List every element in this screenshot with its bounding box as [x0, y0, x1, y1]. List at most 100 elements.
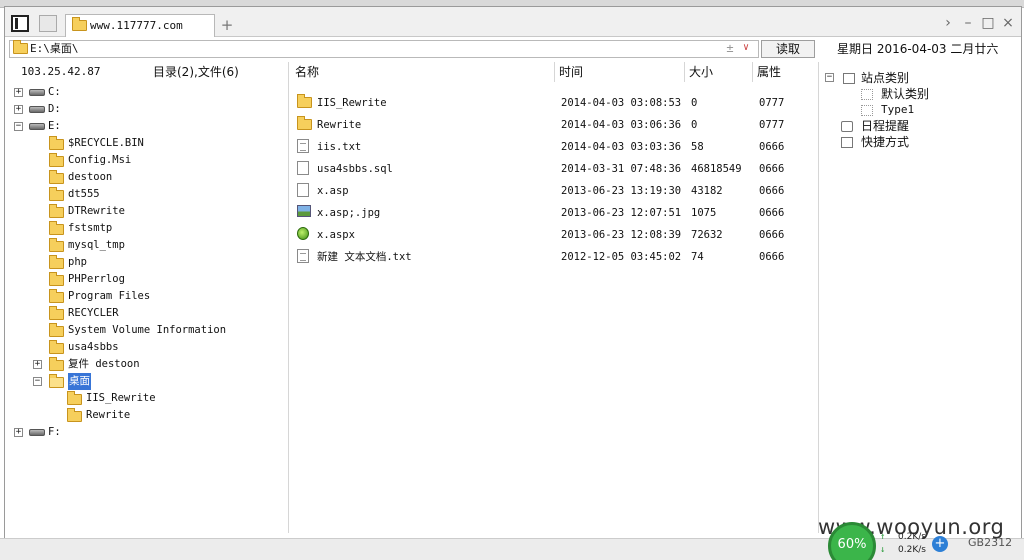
column-header-time[interactable]: 时间: [555, 62, 685, 82]
column-header-size[interactable]: 大小: [685, 62, 753, 82]
script-file-icon: [297, 183, 309, 197]
tree-item[interactable]: destoon: [5, 169, 289, 186]
tree-item-label: Program Files: [68, 290, 151, 302]
tree-item-label: $RECYCLE.BIN: [68, 137, 144, 149]
table-row[interactable]: IIS_Rewrite 2014-04-03 03:08:53 0 0777: [291, 92, 818, 114]
cell-size: 46818549: [691, 163, 742, 175]
tree-item[interactable]: mysql_tmp: [5, 237, 289, 254]
tree-item[interactable]: + F:: [5, 424, 289, 441]
cell-name: x.aspx: [317, 229, 355, 241]
cell-size: 43182: [691, 185, 723, 197]
table-row[interactable]: x.asp 2013-06-23 13:19:30 43182 0666: [291, 180, 818, 202]
read-button[interactable]: 读取: [761, 40, 815, 58]
close-button[interactable]: ×: [999, 14, 1017, 32]
tree-item[interactable]: Program Files: [5, 288, 289, 305]
table-row[interactable]: usa4sbbs.sql 2014-03-31 07:48:36 46818549 0…: [291, 158, 818, 180]
table-row[interactable]: x.asp;.jpg 2013-06-23 12:07:51 1075 0666: [291, 202, 818, 224]
tree-item[interactable]: IIS_Rewrite: [5, 390, 289, 407]
tree-item[interactable]: + D:: [5, 101, 289, 118]
folder-icon: [49, 323, 64, 337]
collapse-icon[interactable]: −: [14, 122, 23, 131]
expand-icon[interactable]: +: [14, 88, 23, 97]
tree-item-label: usa4sbbs: [68, 341, 119, 353]
panel-toggle-icon[interactable]: [11, 15, 29, 32]
cell-time: 2014-03-31 07:48:36: [561, 163, 682, 175]
folder-icon: [49, 289, 64, 303]
tree-item-label: E:: [48, 120, 61, 132]
clock-icon: [841, 121, 853, 132]
plus-icon[interactable]: +: [932, 536, 948, 552]
site-category-label: 站点类别: [861, 71, 910, 85]
collapse-icon[interactable]: −: [825, 73, 834, 82]
folder-icon: [49, 153, 64, 167]
download-arrow-icon: ↓: [880, 545, 886, 555]
cell-size: 72632: [691, 229, 723, 241]
minimize-button[interactable]: –: [959, 14, 977, 32]
cell-time: 2013-06-23 12:08:39: [561, 229, 682, 241]
column-header-attr[interactable]: 属性: [753, 62, 818, 82]
tree-item[interactable]: − E:: [5, 118, 289, 135]
folder-icon: [49, 340, 64, 354]
cell-name: x.asp: [317, 185, 349, 197]
directory-tree-pane: 103.25.42.87 目录(2),文件(6) + C: + D: − E: $RECYC…: [5, 62, 289, 533]
tree-item-label: IIS_Rewrite: [86, 392, 156, 404]
chevron-down-icon[interactable]: ∨: [739, 40, 753, 56]
tree-item[interactable]: PHPerrlog: [5, 271, 289, 288]
maximize-button[interactable]: □: [979, 14, 997, 32]
tree-item[interactable]: RECYCLER: [5, 305, 289, 322]
expand-icon[interactable]: +: [14, 428, 23, 437]
tree-item[interactable]: DTRewrite: [5, 203, 289, 220]
category-item-icon: [861, 89, 873, 100]
text-file-icon: [297, 139, 309, 153]
column-header-name[interactable]: 名称: [291, 62, 555, 82]
bookmark-button[interactable]: ±: [723, 40, 737, 56]
table-row[interactable]: 新建 文本文档.txt 2012-12-05 03:45:02 74 0666: [291, 246, 818, 268]
tree-item-label: System Volume Information: [68, 324, 227, 336]
add-tab-button[interactable]: +: [217, 14, 237, 36]
shortcut-icon: [841, 137, 853, 148]
tree-item[interactable]: dt555: [5, 186, 289, 203]
address-bar: E:\桌面\ ± ∨ 读取 星期日 2016-04-03 二月廿六: [5, 38, 1021, 60]
tree-item[interactable]: + C:: [5, 84, 289, 101]
category-icon: [843, 73, 855, 84]
drive-icon: [29, 89, 45, 96]
tree-item-label: destoon: [68, 171, 113, 183]
expand-icon[interactable]: +: [33, 360, 42, 369]
category-item-icon: [861, 105, 873, 116]
expand-icon[interactable]: +: [14, 105, 23, 114]
cell-attr: 0666: [759, 251, 785, 263]
table-row[interactable]: Rewrite 2014-04-03 03:06:36 0 0777: [291, 114, 818, 136]
text-file-icon: [297, 249, 309, 263]
collapse-icon[interactable]: −: [33, 377, 42, 386]
tree-item-label: 桌面: [68, 373, 91, 390]
folder-icon: [49, 221, 64, 235]
table-row[interactable]: iis.txt 2014-04-03 03:03:36 58 0666: [291, 136, 818, 158]
forward-icon[interactable]: ›: [939, 14, 957, 32]
tree-item[interactable]: Config.Msi: [5, 152, 289, 169]
tree-item[interactable]: − 桌面: [5, 373, 289, 390]
tree-item[interactable]: fstsmtp: [5, 220, 289, 237]
tree-item[interactable]: usa4sbbs: [5, 339, 289, 356]
cell-size: 0: [691, 119, 698, 131]
folder-icon: [49, 187, 64, 201]
path-input[interactable]: E:\桌面\: [9, 40, 759, 58]
tree-item[interactable]: $RECYCLE.BIN: [5, 135, 289, 152]
aspx-file-icon: [297, 227, 309, 240]
cell-size: 74: [691, 251, 704, 263]
server-ip: 103.25.42.87: [21, 65, 101, 78]
drive-icon: [29, 429, 45, 436]
upload-arrow-icon: ↑: [880, 532, 886, 542]
table-row[interactable]: x.aspx 2013-06-23 12:08:39 72632 0666: [291, 224, 818, 246]
drive-icon: [29, 106, 45, 113]
tree-item[interactable]: System Volume Information: [5, 322, 289, 339]
tab-site[interactable]: www.117777.com: [65, 14, 215, 37]
cell-time: 2012-12-05 03:45:02: [561, 251, 682, 263]
tree-item[interactable]: + 复件 destoon: [5, 356, 289, 373]
tree-item[interactable]: php: [5, 254, 289, 271]
inactive-tab-icon[interactable]: [39, 15, 57, 32]
tree-item-label: fstsmtp: [68, 222, 113, 234]
schedule-label: 日程提醒: [861, 119, 910, 133]
tree-item[interactable]: Rewrite: [5, 407, 289, 424]
folder-icon: [49, 170, 64, 184]
folder-icon: [13, 40, 28, 54]
